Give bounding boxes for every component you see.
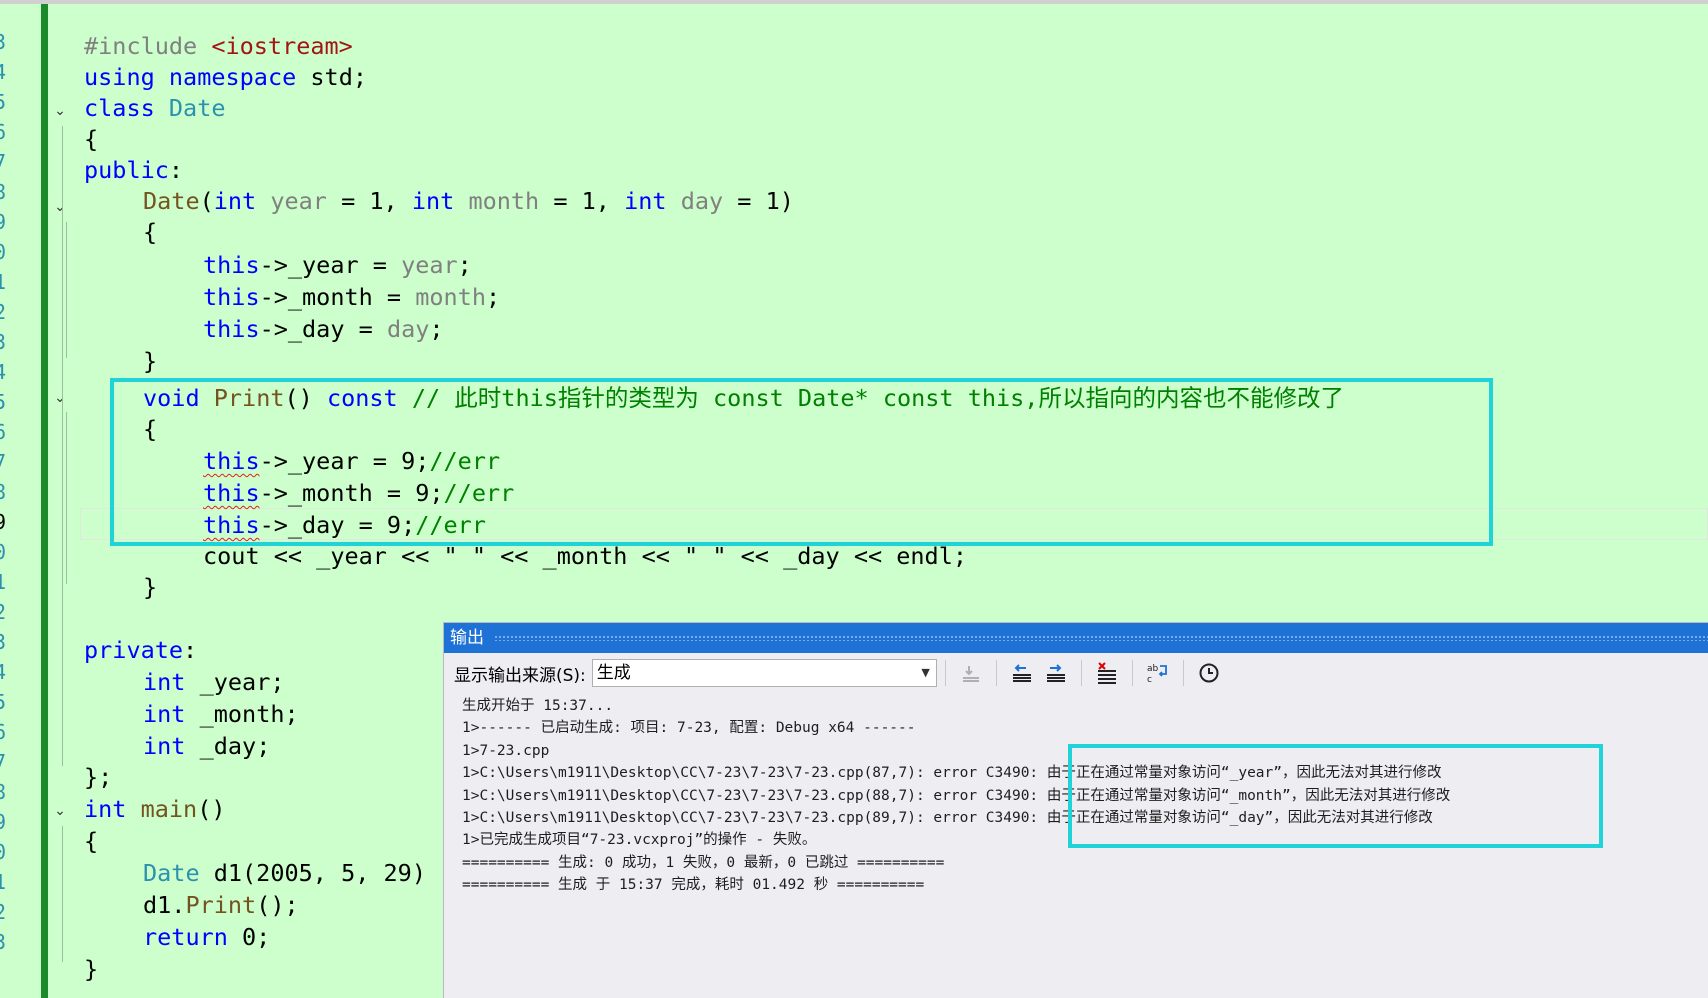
line-number: 5 [0, 90, 7, 114]
go-to-line-button[interactable] [956, 658, 986, 688]
fold-toggle-icon[interactable]: ⌄ [52, 382, 68, 414]
line-number: 6 [0, 420, 7, 444]
line-number-current: 9 [0, 510, 7, 534]
fold-toggle-icon[interactable]: ⌄ [52, 191, 68, 223]
svg-text:ab: ab [1147, 664, 1159, 674]
line-number: 6 [0, 720, 7, 744]
chevron-down-icon: ▼ [921, 666, 930, 679]
clear-all-icon [1097, 662, 1116, 684]
code-line: class Date [84, 94, 226, 122]
line-number: 3 [0, 330, 7, 354]
highlight-box-code [110, 378, 1493, 546]
line-number: 1 [0, 870, 7, 894]
output-panel-title-bar[interactable]: 输出 [444, 623, 1708, 653]
code-line: } [143, 347, 158, 375]
code-line: }; [84, 763, 113, 791]
clock-icon [1199, 663, 1219, 683]
line-number: 5 [0, 690, 7, 714]
line-number: 7 [0, 150, 7, 174]
line-number: 2 [0, 900, 7, 924]
line-number: 0 [0, 240, 7, 264]
previous-message-icon [1012, 664, 1031, 682]
outline-guide [66, 222, 67, 358]
code-line: { [143, 218, 158, 246]
code-line: public: [84, 156, 184, 184]
toolbar-separator [1080, 660, 1082, 686]
next-message-button[interactable] [1041, 658, 1071, 688]
toggle-word-wrap-button[interactable]: ab c [1143, 658, 1173, 688]
fold-toggle-icon[interactable]: ⌄ [52, 795, 68, 827]
next-message-icon [1046, 664, 1065, 682]
code-line: d1.Print(); [143, 891, 299, 919]
code-line: } [84, 955, 99, 983]
output-source-label: 显示输出来源(S): [454, 665, 586, 686]
code-line: Date d1(2005, 5, 29) [143, 859, 426, 887]
code-line: return 0; [143, 923, 271, 951]
toolbar-separator [995, 660, 997, 686]
code-line: using namespace std; [84, 63, 367, 91]
line-number: 1 [0, 270, 7, 294]
show-timestamps-button[interactable] [1194, 658, 1224, 688]
output-line: ========== 生成: 0 成功，1 失败，0 最新，0 已跳过 ====… [462, 854, 945, 871]
line-number: 0 [0, 540, 7, 564]
output-panel-title: 输出 [450, 628, 484, 648]
line-number: 2 [0, 600, 7, 624]
code-line: this->_year = year; [203, 251, 472, 279]
code-line: this->_month = month; [203, 283, 501, 311]
toolbar-separator [1182, 660, 1184, 686]
toolbar-separator [944, 660, 946, 686]
previous-message-button[interactable] [1007, 658, 1037, 688]
fold-toggle-icon[interactable]: ⌄ [52, 95, 68, 127]
line-number: 8 [0, 480, 7, 504]
line-number: 6 [0, 120, 7, 144]
code-line: this->_day = day; [203, 315, 444, 343]
line-number: 1 [0, 570, 7, 594]
word-wrap-icon: abc [1147, 664, 1167, 684]
line-number: 8 [0, 180, 7, 204]
outline-guide [62, 126, 63, 766]
line-number: 4 [0, 660, 7, 684]
code-line: int _month; [143, 700, 299, 728]
output-source-select[interactable]: 生成 ▼ [591, 659, 937, 687]
output-line: ========== 生成 于 15:37 完成，耗时 01.492 秒 ===… [462, 877, 925, 894]
output-line: 生成开始于 15:37... [462, 698, 614, 714]
code-line: int main() [84, 795, 226, 823]
output-source-value: 生成 [596, 663, 631, 683]
line-number: 8 [0, 780, 7, 804]
svg-text:c: c [1147, 675, 1152, 684]
toolbar-separator [1131, 660, 1133, 686]
code-line: #include <iostream> [84, 32, 353, 60]
code-line: { [84, 125, 99, 153]
line-number: 3 [0, 930, 7, 954]
line-number: 2 [0, 300, 7, 324]
line-number: 7 [0, 750, 7, 774]
title-grip [494, 635, 1708, 641]
line-number: 3 [0, 630, 7, 654]
line-number: 4 [0, 60, 7, 84]
clear-all-button[interactable] [1092, 658, 1122, 688]
line-number: 5 [0, 390, 7, 414]
code-line: Date(int year = 1, int month = 1, int da… [143, 187, 794, 215]
line-number: 0 [0, 840, 7, 864]
line-number: 7 [0, 450, 7, 474]
code-line: int _year; [143, 668, 285, 696]
line-number: 3 [0, 30, 7, 54]
highlight-box-errors [1068, 744, 1603, 848]
line-number: 4 [0, 360, 7, 384]
code-line: { [84, 827, 99, 855]
line-number: 9 [0, 810, 7, 834]
change-tracking-bar [41, 4, 48, 998]
output-toolbar: 显示输出来源(S): 生成 ▼ ab c [444, 653, 1708, 693]
output-line: 1>------ 已启动生成: 项目: 7-23, 配置: Debug x64 … [462, 720, 916, 737]
code-line: } [143, 573, 158, 601]
go-to-line-icon [962, 666, 979, 682]
outline-guide [66, 412, 67, 584]
code-line: private: [84, 636, 198, 664]
line-number: 9 [0, 210, 7, 234]
outline-guide [62, 826, 63, 962]
code-line: int _day; [143, 732, 271, 760]
